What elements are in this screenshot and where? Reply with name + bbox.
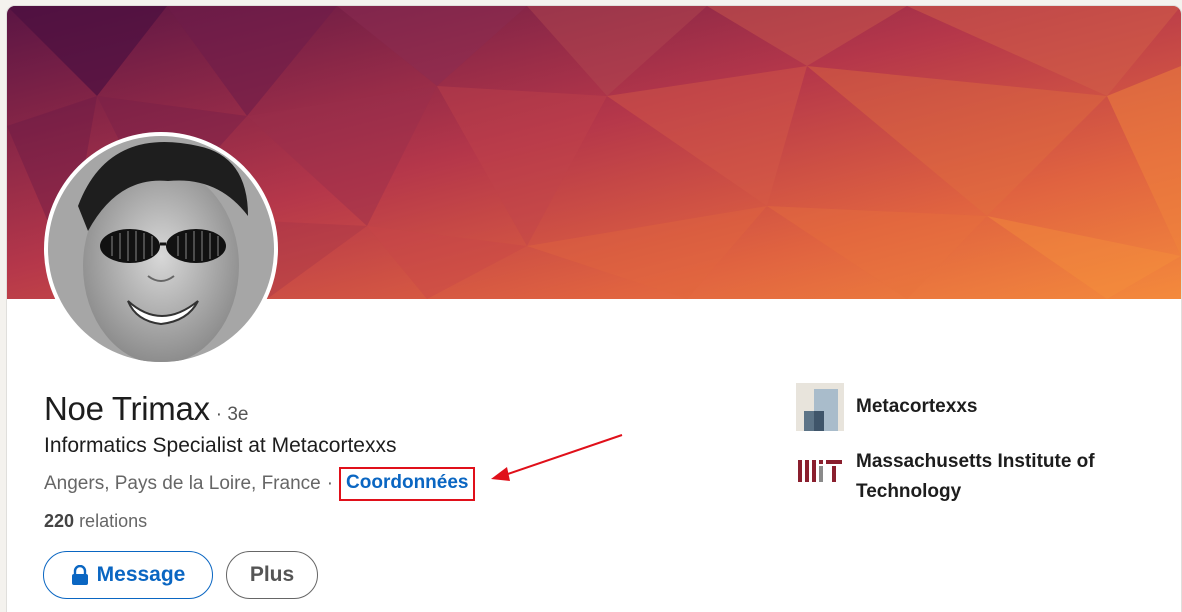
connections-label: relations — [79, 511, 148, 531]
company-logo — [796, 383, 844, 431]
connections-count[interactable]: 220 relations — [44, 511, 147, 532]
current-company[interactable]: Metacortexxs — [796, 383, 977, 431]
connection-degree: · 3e — [215, 404, 249, 425]
profile-location: Angers, Pays de la Loire, France — [44, 473, 321, 494]
message-label: Message — [96, 563, 186, 586]
contact-info-link[interactable]: Coordonnées — [339, 467, 476, 501]
more-button[interactable]: Plus — [226, 551, 318, 599]
location-row: Angers, Pays de la Loire, France · Coord… — [44, 467, 476, 501]
name-row: Noe Trimax · 3e — [44, 390, 248, 428]
more-label: Plus — [249, 563, 295, 586]
education-school[interactable]: Massachusetts Institute of Technology — [796, 447, 1146, 507]
lock-icon — [71, 565, 89, 585]
profile-photo[interactable] — [44, 132, 278, 366]
company-name: Metacortexxs — [856, 396, 978, 417]
profile-headline: Informatics Specialist at Metacortexxs — [44, 434, 397, 457]
connections-number: 220 — [44, 511, 75, 531]
profile-name: Noe Trimax — [44, 390, 210, 427]
school-name: Massachusetts Institute of Technology — [856, 451, 1095, 502]
school-logo — [796, 447, 844, 495]
profile-card: Noe Trimax · 3e Informatics Specialist a… — [7, 6, 1181, 612]
separator: · — [326, 473, 334, 494]
message-button[interactable]: Message — [43, 551, 213, 599]
